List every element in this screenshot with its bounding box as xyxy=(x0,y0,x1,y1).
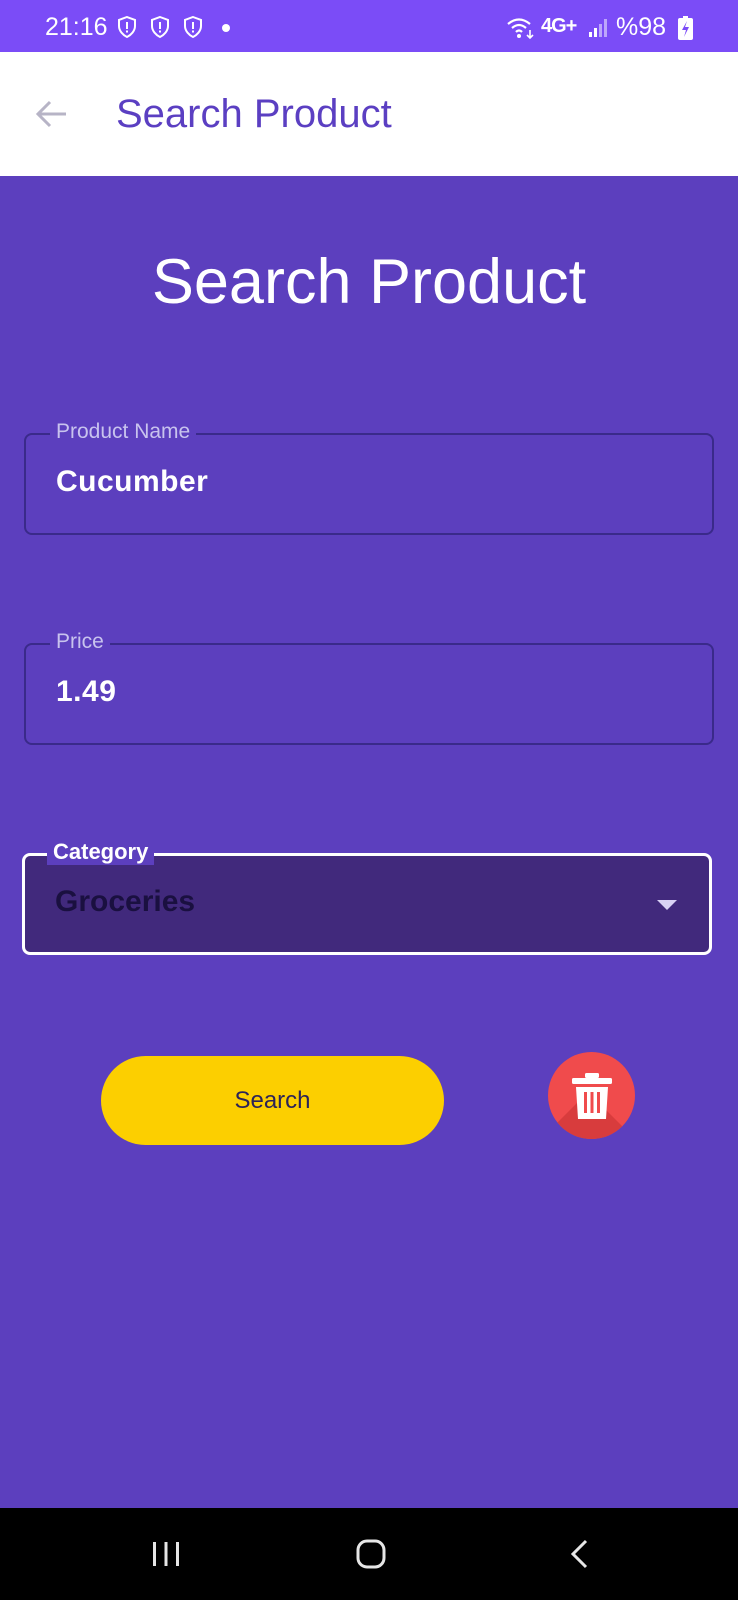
network-type: 4G+ xyxy=(541,15,577,37)
price-field[interactable]: Price 1.49 xyxy=(24,630,714,745)
product-name-field[interactable]: Product Name Cucumber xyxy=(24,420,714,535)
signal-icon xyxy=(589,19,607,37)
home-icon[interactable] xyxy=(355,1538,387,1570)
app-bar-title: Search Product xyxy=(116,92,392,136)
search-button[interactable]: Search xyxy=(101,1056,444,1145)
shield-icon xyxy=(151,16,169,38)
battery-percentage: %98 xyxy=(616,13,667,41)
battery-charging-icon xyxy=(678,16,693,40)
product-name-value: Cucumber xyxy=(56,465,209,498)
category-select[interactable]: Category Groceries xyxy=(22,839,712,955)
trash-icon xyxy=(571,1072,612,1119)
notification-dot xyxy=(222,24,230,32)
wifi-icon xyxy=(507,18,534,40)
status-bar: 21:16 4G+ %98 xyxy=(0,0,738,52)
category-label: Category xyxy=(47,839,155,865)
price-value: 1.49 xyxy=(56,675,117,708)
recent-apps-icon[interactable] xyxy=(150,1540,182,1568)
shield-icon xyxy=(118,16,136,38)
back-icon[interactable] xyxy=(568,1538,590,1570)
category-value: Groceries xyxy=(55,885,196,918)
arrow-left-icon[interactable] xyxy=(34,96,70,132)
app-bar: Search Product xyxy=(0,52,738,176)
product-name-label: Product Name xyxy=(50,420,197,444)
status-time: 21:16 xyxy=(45,13,108,41)
delete-button[interactable] xyxy=(548,1052,635,1139)
dropdown-arrow-icon xyxy=(657,900,677,910)
shield-icon xyxy=(184,16,202,38)
navigation-bar xyxy=(0,1508,738,1600)
page-title: Search Product xyxy=(151,247,587,317)
price-label: Price xyxy=(50,630,110,654)
